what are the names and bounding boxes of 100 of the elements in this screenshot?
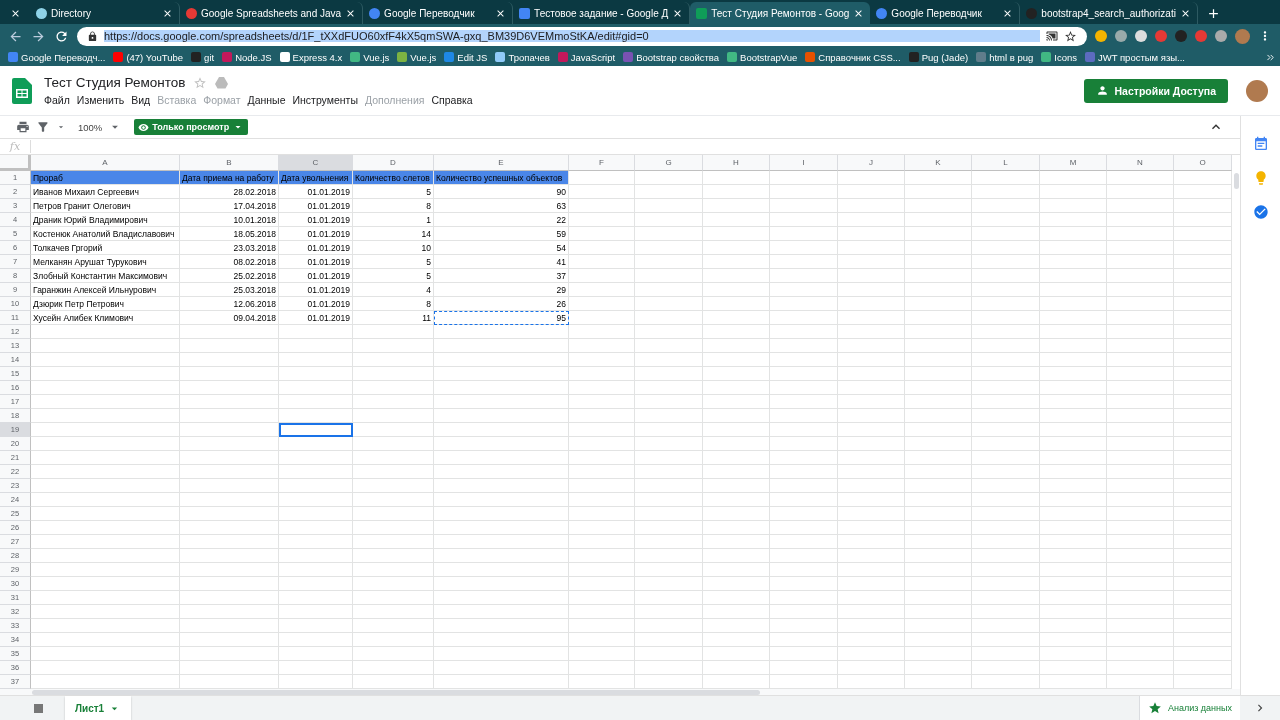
bookmark-label[interactable]: html в pug <box>989 51 1034 63</box>
table-cell-text: 14 <box>420 227 432 241</box>
bookmark-label[interactable]: Google Переводч... <box>21 51 106 63</box>
bookmark-label[interactable]: BootstrapVue <box>740 51 798 63</box>
bookmark[interactable]: Google Переводч... <box>4 51 110 63</box>
lock-icon <box>87 30 98 42</box>
bookmark[interactable]: (47) YouTube <box>109 51 188 63</box>
bookmark-label[interactable]: JWT простым язы... <box>1097 51 1185 63</box>
column-header[interactable]: A <box>31 155 180 171</box>
bookmark[interactable]: Icons <box>1037 51 1081 63</box>
table-cell-text: Драник Юрий Владимирович <box>32 213 149 227</box>
view-only-button[interactable]: Только просмотр <box>134 119 249 135</box>
bookmark-icon <box>8 52 18 62</box>
bookmark[interactable]: html в pug <box>972 51 1038 63</box>
table-cell-text: 5 <box>425 185 432 199</box>
bookmark-icon <box>350 52 361 62</box>
cast-icon[interactable] <box>1046 30 1058 42</box>
calendar-icon[interactable] <box>1252 136 1269 152</box>
column-header[interactable]: L <box>972 155 1040 171</box>
table-cell-text: 10 <box>420 241 432 255</box>
column-header[interactable]: N <box>1107 155 1174 171</box>
column-header[interactable]: H <box>703 155 770 171</box>
scrollbar-thumb[interactable] <box>32 689 760 695</box>
extension-icon[interactable] <box>1095 30 1107 42</box>
table-cell-text: Гаранжин Алексей Ильнурович <box>32 283 158 297</box>
column-header[interactable]: B <box>180 155 279 171</box>
bookmark-label[interactable]: Vue.js <box>363 51 390 63</box>
column-header[interactable]: C <box>279 155 353 171</box>
menu-item[interactable]: Инструменты <box>292 94 358 106</box>
column-header[interactable]: E <box>434 155 569 171</box>
menu-item[interactable]: Вид <box>131 94 151 106</box>
star-icon[interactable] <box>1064 29 1077 43</box>
document-title[interactable]: Тест Студия Ремонтов <box>44 75 186 90</box>
bookmark-label[interactable]: (47) YouTube <box>126 51 184 63</box>
table-cell-text: 37 <box>555 269 567 283</box>
bookmark-icon <box>908 52 919 62</box>
explore-button[interactable]: Анализ данных <box>1138 696 1240 720</box>
table-cell-text: 01.01.2019 <box>306 297 351 311</box>
bookmark-label[interactable]: Тропачев <box>508 51 550 63</box>
column-header[interactable]: M <box>1040 155 1107 171</box>
bookmark-label[interactable]: Pug (Jade) <box>921 51 969 63</box>
bookmark-label[interactable]: JavaScript <box>570 51 616 63</box>
zoom-select[interactable]: 100% <box>78 121 103 133</box>
table-cell-text: Хусейн Алибек Климович <box>32 311 135 325</box>
bookmark[interactable]: Pug (Jade) <box>904 51 973 63</box>
extension-icon[interactable] <box>1215 30 1227 42</box>
column-header[interactable]: F <box>569 155 635 171</box>
filter-icon[interactable] <box>36 120 50 134</box>
bookmark[interactable]: Express 4.x <box>275 51 347 63</box>
bookmark[interactable]: Node.JS <box>218 51 276 63</box>
bookmark-label[interactable]: Bootstrap свойства <box>636 51 720 63</box>
table-cell-text: 41 <box>555 255 567 269</box>
selected-cell[interactable] <box>279 423 353 437</box>
bookmark-label[interactable]: Express 4.x <box>292 51 343 63</box>
bookmark[interactable]: Vue.js <box>346 51 394 63</box>
column-header[interactable]: G <box>635 155 703 171</box>
column-header[interactable]: K <box>905 155 972 171</box>
column-header[interactable]: J <box>838 155 905 171</box>
table-cell-text: 23.03.2018 <box>232 241 277 255</box>
bookmark-label[interactable]: git <box>204 51 215 63</box>
column-header[interactable]: I <box>770 155 838 171</box>
column-header[interactable]: O <box>1174 155 1232 171</box>
menu-item[interactable]: Справка <box>431 94 473 106</box>
check-icon[interactable] <box>1252 204 1269 220</box>
bookmark[interactable]: git <box>187 51 219 63</box>
bookmark-icon <box>279 52 290 62</box>
sheet-tab[interactable]: Лист1 <box>65 696 132 720</box>
bookmark-label[interactable]: Справочник CSS... <box>818 51 901 63</box>
print-icon[interactable] <box>16 120 30 134</box>
browser-tab[interactable]: Тест Студия Ремонтов - Goog <box>690 2 871 24</box>
bookmark[interactable]: Справочник CSS... <box>801 51 905 63</box>
extension-icon[interactable] <box>1135 30 1147 42</box>
table-cell-text: 8 <box>425 199 432 213</box>
bookmark[interactable]: Тропачев <box>491 51 554 63</box>
menu-item[interactable]: Данные <box>247 94 286 106</box>
bookmark-icon <box>805 52 816 62</box>
scrollbar-thumb[interactable] <box>1233 173 1239 189</box>
sheet-list-icon[interactable] <box>34 703 43 713</box>
sheets-logo-icon[interactable] <box>12 77 32 104</box>
bookmark[interactable]: JavaScript <box>553 51 620 63</box>
avatar[interactable] <box>1246 79 1268 102</box>
bookmark[interactable]: BootstrapVue <box>723 51 802 63</box>
bookmark-icon <box>222 52 233 62</box>
bookmark[interactable]: JWT простым язы... <box>1080 51 1189 63</box>
column-header[interactable]: D <box>353 155 434 171</box>
star-icon[interactable] <box>193 75 208 90</box>
bookmark-label[interactable]: Vue.js <box>410 51 437 63</box>
bookmark[interactable]: Bootstrap свойства <box>619 51 724 63</box>
bookmark[interactable]: Vue.js <box>393 51 441 63</box>
bookmark[interactable]: Edit JS <box>440 51 492 63</box>
menu-item[interactable]: Изменить <box>76 94 125 106</box>
bookmark-label[interactable]: Icons <box>1054 51 1077 63</box>
menu-item[interactable]: Файл <box>44 94 70 106</box>
share-button[interactable]: Настройки Доступа <box>1083 78 1228 103</box>
table-cell-text: 25.03.2018 <box>232 283 277 297</box>
extension-icon[interactable] <box>1115 30 1127 42</box>
table-cell-text: 28.02.2018 <box>232 185 277 199</box>
bookmark-label[interactable]: Node.JS <box>235 51 272 63</box>
bookmark-label[interactable]: Edit JS <box>457 51 488 63</box>
address-bar[interactable]: https://docs.google.com/spreadsheets/d/1F_tXXdFUO60xfF4kX5qmSWA-gxq_BM39D6VEMmoStKA/edit#gid=0 <box>77 26 1087 46</box>
